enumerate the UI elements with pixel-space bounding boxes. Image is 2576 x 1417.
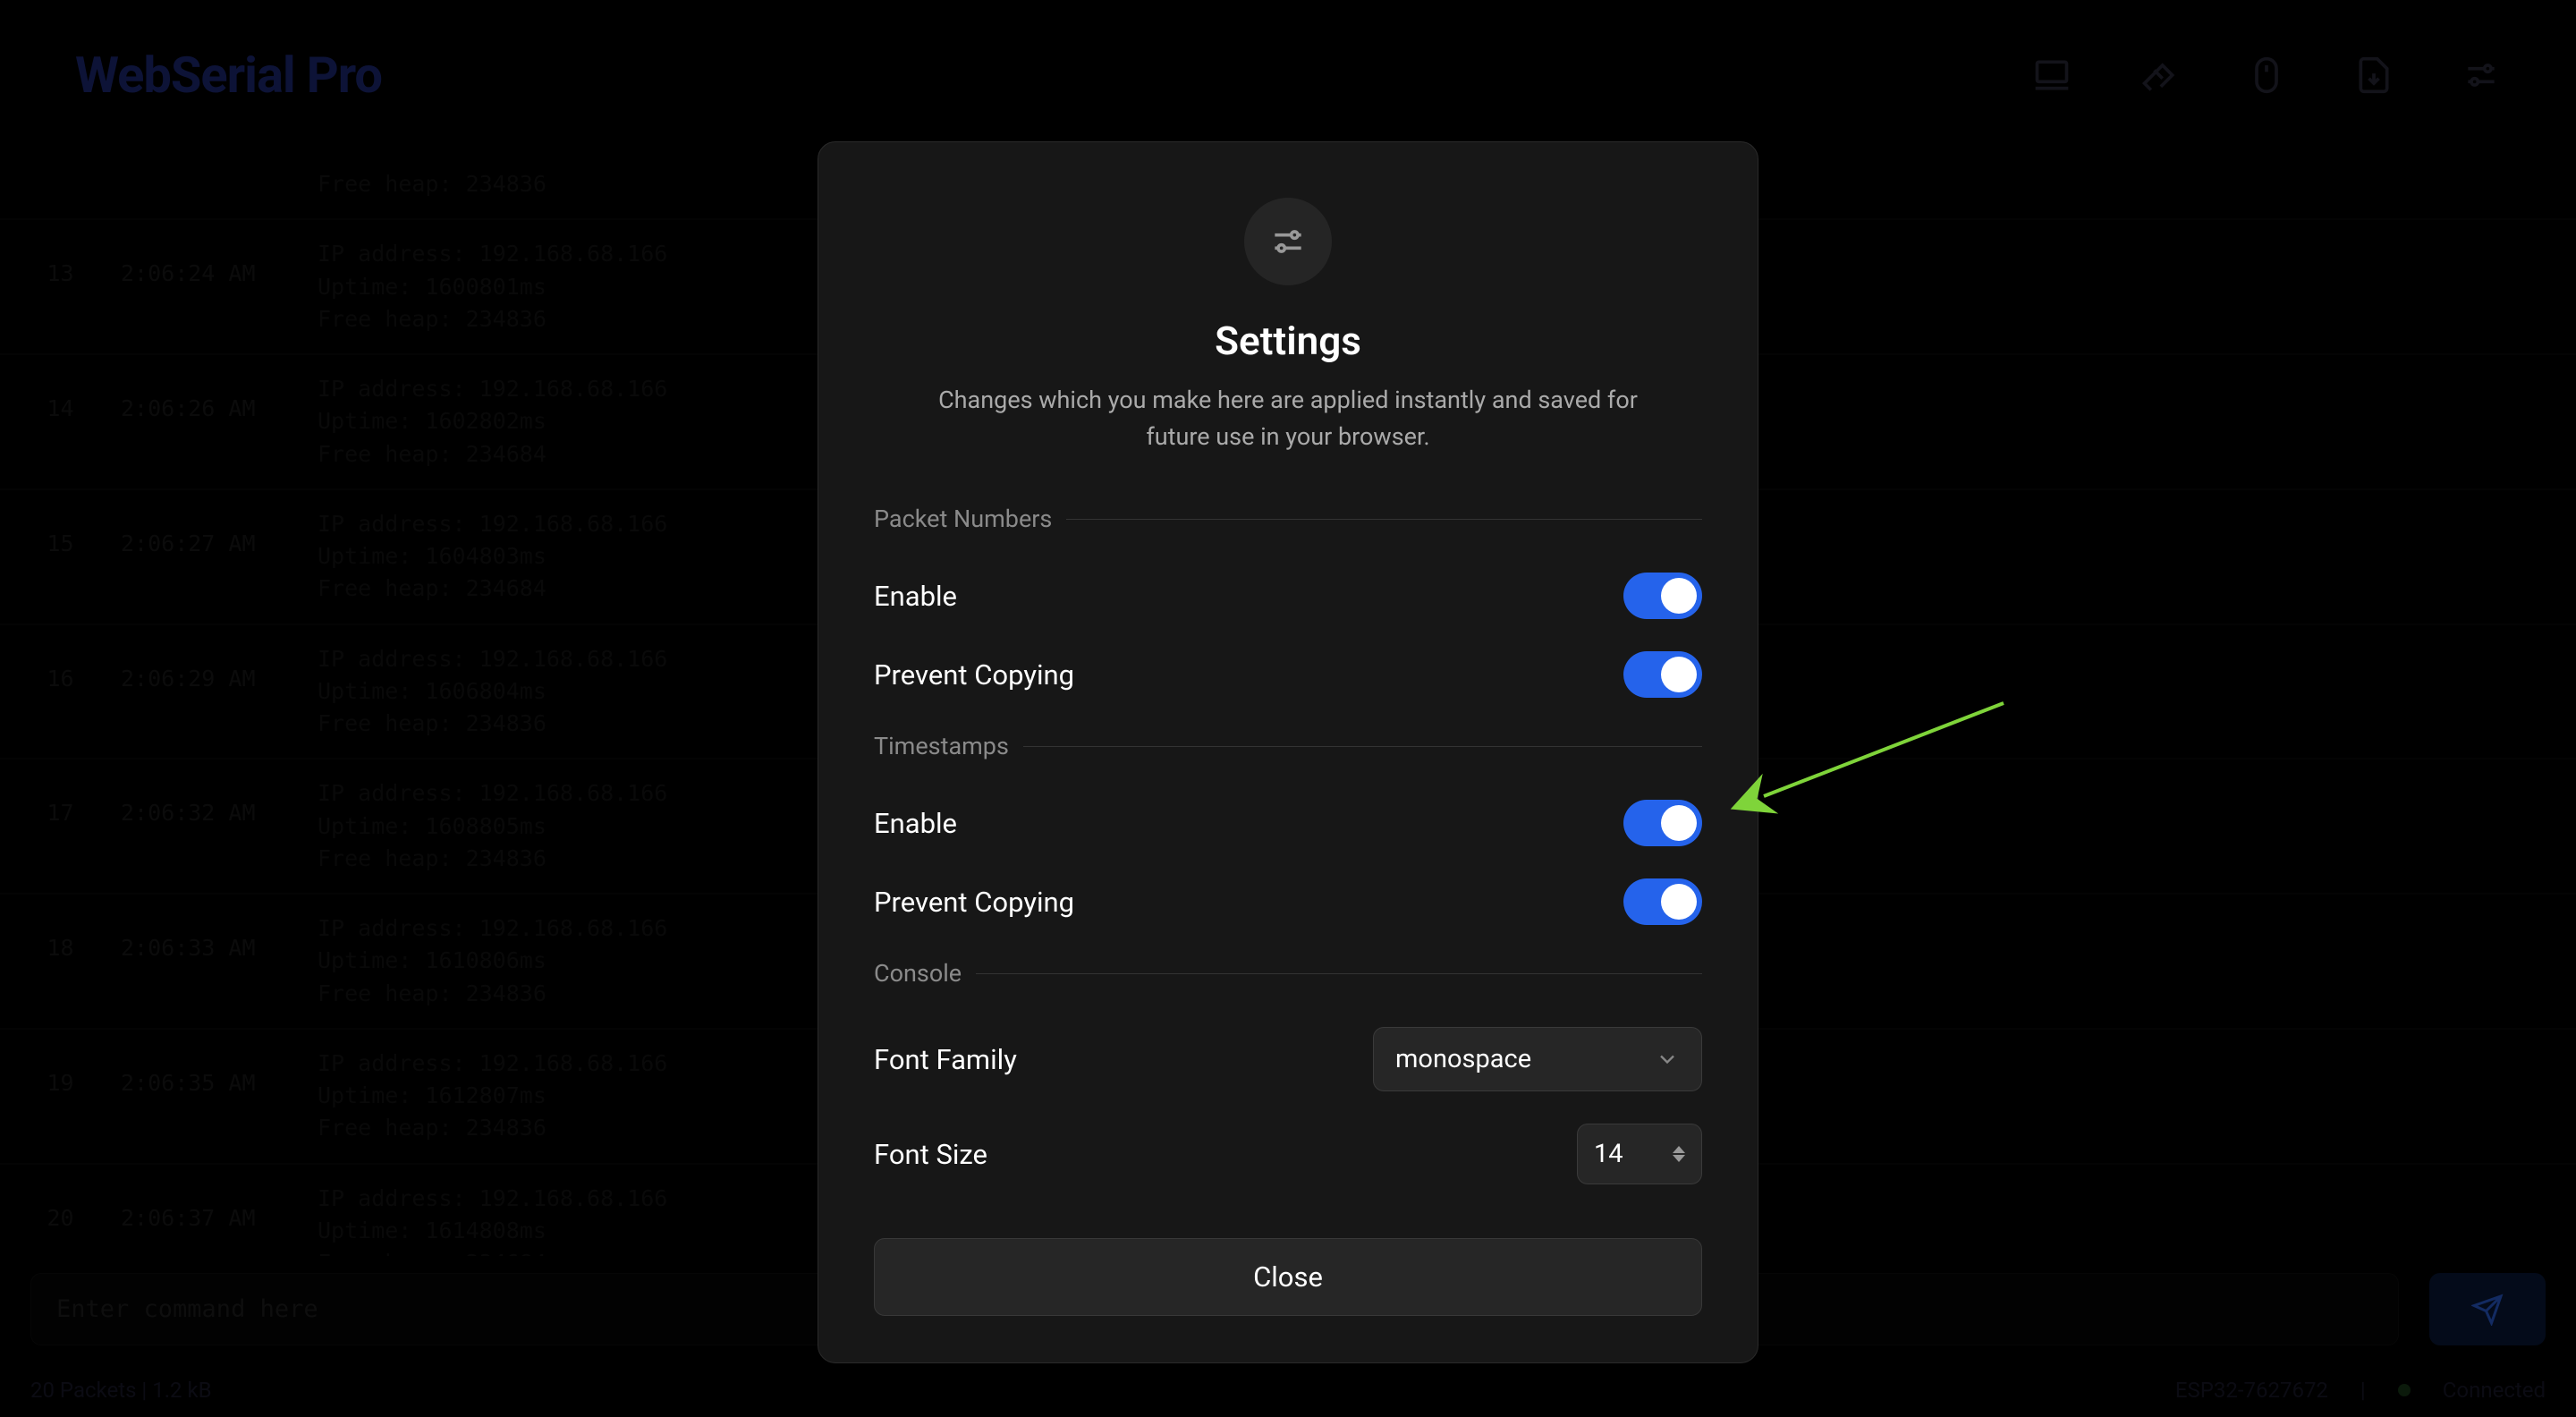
- toggle-packet-enable[interactable]: [1623, 573, 1702, 619]
- setting-packet-enable: Enable: [874, 556, 1702, 635]
- select-value: monospace: [1395, 1044, 1531, 1074]
- modal-header-icon: [1244, 198, 1332, 285]
- toggle-timestamps-prevent-copying[interactable]: [1623, 878, 1702, 925]
- setting-label: Prevent Copying: [874, 658, 1074, 692]
- sliders-icon: [1268, 222, 1308, 261]
- close-button[interactable]: Close: [874, 1238, 1702, 1316]
- setting-label: Enable: [874, 580, 957, 613]
- font-family-select[interactable]: monospace: [1373, 1027, 1702, 1091]
- chevron-up-icon[interactable]: [1673, 1146, 1685, 1153]
- modal-title: Settings: [874, 318, 1702, 364]
- chevron-down-icon[interactable]: [1673, 1155, 1685, 1162]
- modal-overlay[interactable]: Settings Changes which you make here are…: [0, 0, 2576, 1417]
- setting-label: Font Size: [874, 1138, 987, 1171]
- setting-label: Enable: [874, 807, 957, 840]
- toggle-timestamps-enable[interactable]: [1623, 800, 1702, 846]
- chevron-down-icon: [1655, 1047, 1680, 1072]
- app-root: WebSerial Pro Free heap: 234836132:06:24…: [0, 0, 2576, 1417]
- setting-timestamps-enable: Enable: [874, 784, 1702, 862]
- toggle-packet-prevent-copying[interactable]: [1623, 651, 1702, 698]
- settings-modal: Settings Changes which you make here are…: [818, 141, 1758, 1363]
- setting-font-size: Font Size 14: [874, 1107, 1702, 1201]
- section-packet-numbers: Packet Numbers: [874, 505, 1702, 533]
- section-console: Console: [874, 959, 1702, 988]
- stepper-arrows[interactable]: [1673, 1146, 1685, 1162]
- number-value: 14: [1594, 1139, 1623, 1169]
- setting-label: Prevent Copying: [874, 886, 1074, 919]
- setting-timestamps-prevent-copying: Prevent Copying: [874, 862, 1702, 941]
- setting-label: Font Family: [874, 1043, 1017, 1076]
- section-timestamps: Timestamps: [874, 732, 1702, 760]
- setting-packet-prevent-copying: Prevent Copying: [874, 635, 1702, 714]
- font-size-stepper[interactable]: 14: [1577, 1124, 1702, 1184]
- setting-font-family: Font Family monospace: [874, 1011, 1702, 1107]
- modal-subtitle: Changes which you make here are applied …: [930, 382, 1646, 454]
